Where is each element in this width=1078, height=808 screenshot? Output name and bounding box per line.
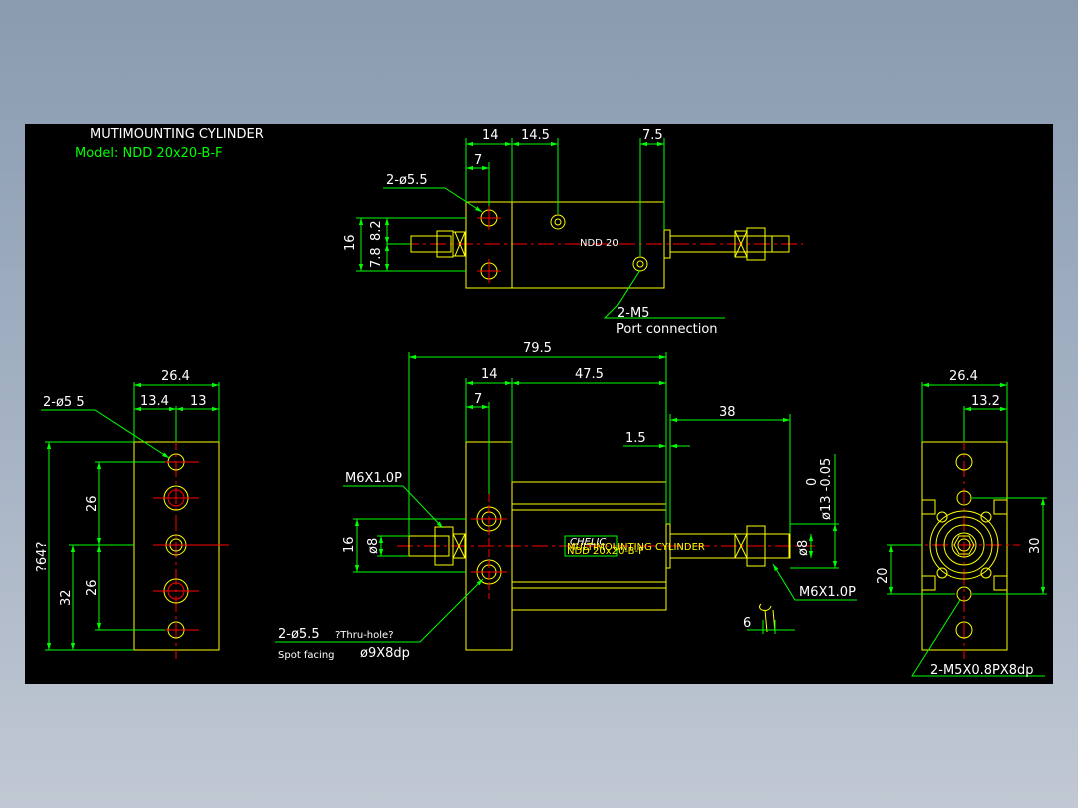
spot-facing-size: ø9X8dp (360, 646, 410, 661)
port-label: Port connection (616, 322, 718, 337)
model-label: Model: NDD 20x20-B-F (75, 146, 223, 161)
dim-label: 14 (481, 367, 498, 382)
dim-label: 8.2 (369, 220, 384, 241)
dim-label: 13.4 (140, 394, 169, 409)
thread-callout-left: M6X1.0P (345, 471, 402, 486)
dim-label: 79.5 (523, 341, 552, 356)
dim-label: ?64? (35, 542, 50, 572)
dim-label: 16 (342, 536, 357, 553)
hole-callout: 2-ø5.5 (386, 173, 428, 188)
dim-label: 38 (719, 405, 736, 420)
left-view: 26.4 13.4 13 2-ø5 5 26 26 32 ?64? (35, 369, 229, 659)
dim-label: 30 (1028, 537, 1043, 554)
tolerance-upper: 0 (805, 478, 820, 486)
dim-label: 13 (190, 394, 207, 409)
right-view: 26.4 13.2 30 20 2-M5X0.8PX8dp (876, 369, 1047, 678)
dim-label: 20 (876, 567, 891, 584)
dim-label: 7 (474, 153, 482, 168)
body-mark: NDD 20 (580, 238, 619, 249)
dim-label: 7.8 (369, 247, 384, 268)
dim-label: 7.5 (642, 128, 663, 143)
cad-viewport[interactable]: MUTIMOUNTING CYLINDER Model: NDD 20x20-B… (25, 124, 1053, 684)
cad-drawing: MUTIMOUNTING CYLINDER Model: NDD 20x20-B… (35, 127, 1047, 678)
dim-label: ø8 (796, 540, 811, 556)
hole-callout: 2-ø5.5 (278, 627, 320, 642)
dim-label: 47.5 (575, 367, 604, 382)
product-label-line2: NDD 20x20-B-F (567, 546, 644, 557)
front-view: CHELIC MULTIMOUNTING CYLINDER NDD 20x20-… (275, 341, 857, 661)
dim-label: 26.4 (161, 369, 190, 384)
dim-label: 26 (85, 495, 100, 512)
dim-label: 6 (743, 616, 751, 631)
dim-label: 14.5 (521, 128, 550, 143)
dim-label: 26.4 (949, 369, 978, 384)
dim-label: 14 (482, 128, 499, 143)
thru-hole-note: ?Thru-hole? (335, 630, 394, 641)
thread-callout: 2-M5X0.8PX8dp (930, 663, 1034, 678)
dim-label: 26 (85, 579, 100, 596)
top-view: NDD 20 14 14.5 7.5 7 2-ø5.5 2-M5 Port co… (343, 128, 803, 337)
tolerance-main: ø13 -0.05 (819, 458, 834, 520)
dim-label: 16 (343, 234, 358, 251)
dim-label: 7 (474, 392, 482, 407)
spot-facing-label: Spot facing (278, 650, 335, 661)
dim-label: 1.5 (625, 431, 646, 446)
dim-label: 32 (59, 589, 74, 606)
hole-callout: 2-ø5 5 (43, 395, 85, 410)
port-callout: 2-M5 (617, 306, 649, 321)
dim-label: ø8 (366, 538, 381, 554)
drawing-title: MUTIMOUNTING CYLINDER (90, 127, 264, 142)
thread-callout-right: M6X1.0P (799, 585, 856, 600)
dim-label: 13.2 (971, 394, 1000, 409)
